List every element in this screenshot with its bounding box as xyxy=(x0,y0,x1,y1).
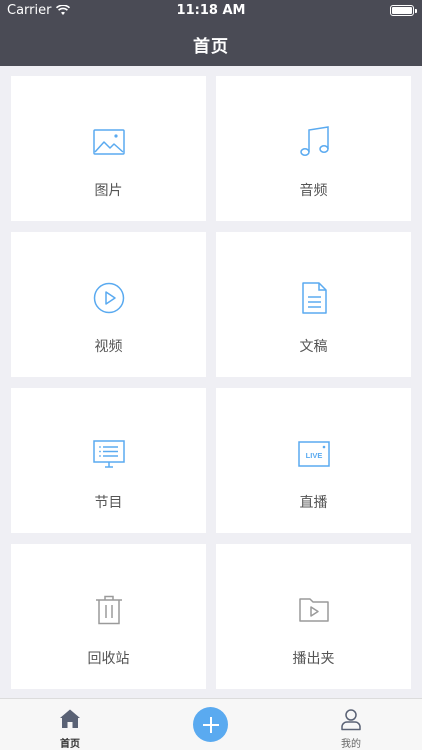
tile-label: 节目 xyxy=(94,495,123,511)
nav-bar: 首页 xyxy=(0,22,422,66)
battery-fill xyxy=(392,7,412,14)
menu-grid: 图片 音频 视频 文稿 节目 LIVE 直播 回收站 播出夹 xyxy=(0,66,422,698)
tile-live[interactable]: LIVE 直播 xyxy=(216,388,411,533)
user-icon xyxy=(341,709,361,731)
tile-label: 文稿 xyxy=(299,339,328,355)
tile-documents[interactable]: 文稿 xyxy=(216,232,411,377)
battery-icon xyxy=(390,5,417,16)
live-badge: LIVE xyxy=(306,451,323,460)
battery-tip xyxy=(415,9,417,13)
tile-programs[interactable]: 节目 xyxy=(11,388,206,533)
tile-video[interactable]: 视频 xyxy=(11,232,206,377)
live-icon: LIVE xyxy=(298,441,330,467)
tile-label: 图片 xyxy=(94,183,123,199)
tile-label: 视频 xyxy=(94,339,123,355)
tab-bar: 首页 我的 xyxy=(0,698,422,750)
music-note-icon xyxy=(300,126,329,156)
tile-label: 回收站 xyxy=(87,651,130,667)
tile-audio[interactable]: 音频 xyxy=(216,76,411,221)
tile-label: 直播 xyxy=(299,495,328,511)
program-list-icon xyxy=(93,440,125,468)
tab-home-label: 首页 xyxy=(60,739,80,750)
home-icon xyxy=(60,709,80,728)
status-bar: Carrier 11:18 AM xyxy=(0,0,422,22)
tab-home[interactable]: 首页 xyxy=(25,699,115,750)
tile-label: 播出夹 xyxy=(292,651,335,667)
tile-label: 音频 xyxy=(299,183,328,199)
plus-icon xyxy=(202,716,219,733)
page-title: 首页 xyxy=(193,36,229,57)
tile-trash[interactable]: 回收站 xyxy=(11,544,206,689)
status-time: 11:18 AM xyxy=(176,3,246,18)
tile-playout-folder[interactable]: 播出夹 xyxy=(216,544,411,689)
play-circle-icon xyxy=(93,282,125,314)
video-folder-icon xyxy=(299,598,329,622)
tab-mine[interactable]: 我的 xyxy=(306,699,396,750)
tab-mine-label: 我的 xyxy=(341,739,361,750)
tile-images[interactable]: 图片 xyxy=(11,76,206,221)
image-icon xyxy=(93,129,125,155)
trash-icon xyxy=(96,595,122,625)
document-icon xyxy=(302,282,327,314)
add-button[interactable] xyxy=(193,707,228,742)
